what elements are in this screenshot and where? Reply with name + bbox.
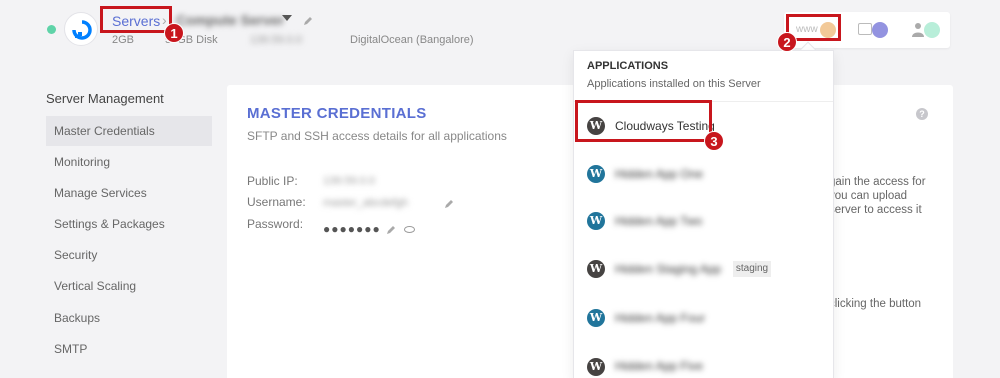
public-ip-value: 139.59.0.0 (323, 175, 375, 187)
edit-password-icon[interactable] (386, 225, 396, 235)
team-button[interactable] (924, 22, 940, 38)
dropdown-subtitle: Applications installed on this Server (587, 78, 761, 90)
server-window-button[interactable] (872, 22, 888, 38)
wordpress-icon: W (587, 260, 605, 278)
annotation-badge-2: 2 (777, 32, 797, 52)
sidebar-item-manage-services[interactable]: Manage Services (46, 178, 212, 208)
help-text-line-2: you can upload (829, 190, 908, 202)
sidebar-item-settings-packages[interactable]: Settings & Packages (46, 209, 212, 239)
help-text-line-3: server to access it (829, 204, 922, 216)
app-name: Hidden App Five (615, 359, 704, 373)
user-icon[interactable] (912, 22, 924, 38)
help-icon[interactable]: ? (916, 108, 928, 120)
sidebar-item-master-credentials[interactable]: Master Credentials (46, 116, 212, 146)
dropdown-title: APPLICATIONS (587, 60, 669, 72)
app-name: Hidden Staging App (615, 262, 722, 276)
show-password-icon[interactable] (404, 226, 415, 233)
sidebar-item-monitoring[interactable]: Monitoring (46, 147, 212, 177)
page-title: MASTER CREDENTIALS (247, 105, 427, 122)
app-item[interactable]: W Hidden App One (574, 150, 833, 198)
app-name: Hidden App Two (615, 214, 703, 228)
public-ip-label: Public IP: (247, 174, 298, 188)
sidebar-item-security[interactable]: Security (46, 240, 212, 270)
annotation-badge-3: 3 (704, 131, 724, 151)
annotation-badge-1: 1 (164, 23, 184, 43)
staging-badge: staging (733, 261, 771, 277)
wordpress-icon: W (587, 165, 605, 183)
username-value: master_abcdefgh (323, 197, 408, 209)
server-name[interactable]: Compute Server (176, 12, 284, 28)
sidebar-item-smtp[interactable]: SMTP (46, 334, 212, 364)
app-item[interactable]: W Hidden Staging App staging (574, 246, 833, 294)
sidebar-item-backups[interactable]: Backups (46, 303, 212, 333)
server-ip: 139.59.0.0 (250, 34, 302, 46)
app-item[interactable]: W Hidden App Four (574, 294, 833, 342)
app-item[interactable]: W Hidden App Two (574, 198, 833, 246)
server-status-dot (47, 25, 56, 34)
edit-server-name-icon[interactable] (303, 16, 313, 26)
help-text-line-1: gain the access for (829, 176, 926, 188)
server-provider: DigitalOcean (Bangalore) (350, 34, 474, 46)
password-value: ●●●●●●● (323, 222, 381, 236)
chevron-down-icon[interactable] (282, 15, 292, 21)
digitalocean-logo-icon (64, 12, 98, 46)
app-name: Hidden App Four (615, 311, 706, 325)
edit-username-icon[interactable] (444, 199, 454, 209)
wordpress-icon: W (587, 309, 605, 327)
help-text-line-4: clicking the button (829, 298, 922, 310)
sidebar-item-vertical-scaling[interactable]: Vertical Scaling (46, 271, 212, 301)
app-item[interactable]: W Hidden App Five (574, 342, 833, 378)
wordpress-icon: W (587, 212, 605, 230)
window-icon[interactable] (858, 23, 872, 35)
wordpress-icon: W (587, 358, 605, 376)
page-subtitle: SFTP and SSH access details for all appl… (247, 129, 507, 143)
app-name: Hidden App One (615, 167, 704, 181)
username-label: Username: (247, 195, 306, 209)
server-ram: 2GB (112, 34, 135, 46)
annotation-box-servers (100, 6, 172, 33)
annotation-box-app (575, 100, 712, 142)
password-label: Password: (247, 217, 304, 231)
sidebar-title: Server Management (46, 91, 164, 106)
